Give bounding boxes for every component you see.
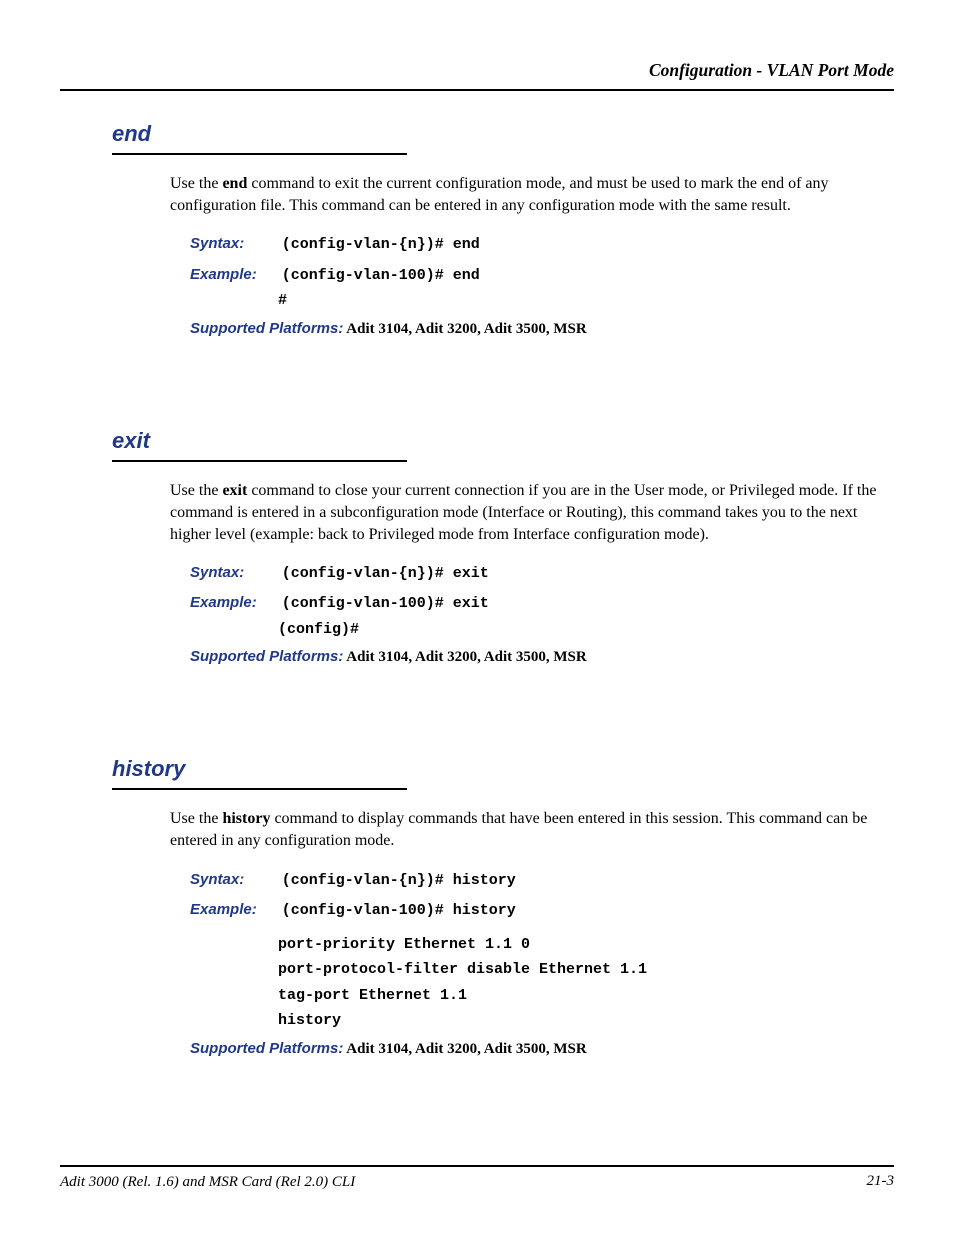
supported-label: Supported Platforms: [190,320,343,337]
example-label: Example: [190,590,278,616]
section-desc-end: Use the end command to exit the current … [170,173,884,217]
section-heading-history: history [112,756,894,782]
desc-post: command to close your current connection… [170,482,876,543]
supported-text: Adit 3104, Adit 3200, Adit 3500, MSR [343,649,586,665]
syntax-code: (config-vlan-{n})# history [282,872,516,889]
supported-row-history: Supported Platforms: Adit 3104, Adit 320… [190,1040,894,1058]
desc-post: command to exit the current configuratio… [170,175,829,214]
example-output-history-3: history [278,1008,894,1034]
example-row-history: Example: (config-vlan-100)# history [190,897,894,924]
example-label: Example: [190,262,278,288]
syntax-label: Syntax: [190,560,278,586]
desc-pre: Use the [170,482,222,499]
footer-rule [60,1165,894,1167]
syntax-row-end: Syntax: (config-vlan-{n})# end [190,231,894,258]
syntax-label: Syntax: [190,867,278,893]
heading-underline [112,153,407,155]
example-row-end: Example: (config-vlan-100)# end [190,262,894,289]
example-code: (config-vlan-100)# history [282,902,516,919]
supported-text: Adit 3104, Adit 3200, Adit 3500, MSR [343,321,586,337]
desc-pre: Use the [170,175,222,192]
example-label: Example: [190,897,278,923]
supported-label: Supported Platforms: [190,1040,343,1057]
header-title: Configuration - VLAN Port Mode [649,60,894,80]
section-desc-exit: Use the exit command to close your curre… [170,480,884,546]
syntax-row-history: Syntax: (config-vlan-{n})# history [190,867,894,894]
syntax-label: Syntax: [190,231,278,257]
footer-doc-title: Adit 3000 (Rel. 1.6) and MSR Card (Rel 2… [60,1174,355,1190]
page: Configuration - VLAN Port Mode end Use t… [0,0,954,1235]
example-output-exit: (config)# [278,617,894,643]
supported-row-exit: Supported Platforms: Adit 3104, Adit 320… [190,648,894,666]
footer-page-number: 21-3 [867,1173,895,1190]
example-output-end: # [278,288,894,314]
syntax-code: (config-vlan-{n})# end [282,236,480,253]
example-code: (config-vlan-100)# end [282,267,480,284]
example-row-exit: Example: (config-vlan-100)# exit [190,590,894,617]
desc-bold: exit [222,482,247,499]
desc-bold: history [222,810,270,827]
supported-label: Supported Platforms: [190,648,343,665]
header-rule [60,89,894,91]
desc-bold: end [222,175,247,192]
section-heading-end: end [112,121,894,147]
desc-pre: Use the [170,810,222,827]
example-output-history-0: port-priority Ethernet 1.1 0 [278,932,894,958]
section-heading-exit: exit [112,428,894,454]
heading-underline [112,460,407,462]
syntax-code: (config-vlan-{n})# exit [282,565,489,582]
page-header: Configuration - VLAN Port Mode [60,60,894,81]
page-footer: 21-3 Adit 3000 (Rel. 1.6) and MSR Card (… [60,1165,894,1191]
heading-underline [112,788,407,790]
desc-post: command to display commands that have be… [170,810,867,849]
supported-text: Adit 3104, Adit 3200, Adit 3500, MSR [343,1041,586,1057]
example-output-history-1: port-protocol-filter disable Ethernet 1.… [278,957,894,983]
supported-row-end: Supported Platforms: Adit 3104, Adit 320… [190,320,894,338]
example-output-history-2: tag-port Ethernet 1.1 [278,983,894,1009]
example-code: (config-vlan-100)# exit [282,595,489,612]
syntax-row-exit: Syntax: (config-vlan-{n})# exit [190,560,894,587]
section-desc-history: Use the history command to display comma… [170,808,884,852]
